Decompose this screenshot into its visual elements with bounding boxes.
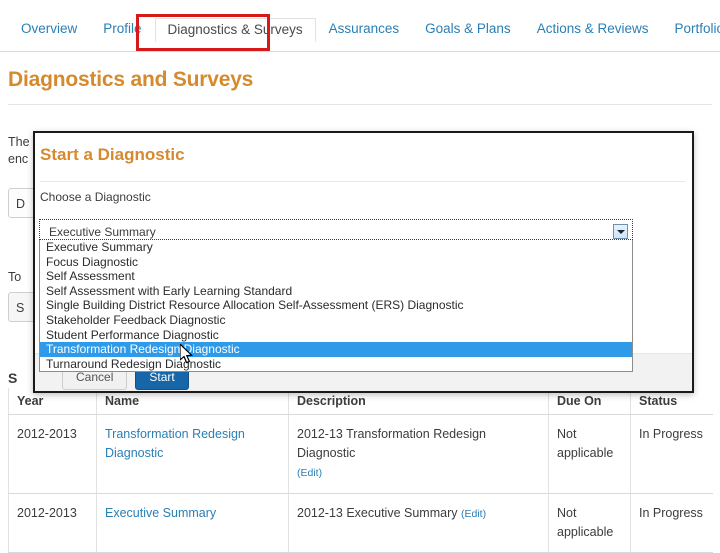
cell-name: Transformation Redesign Diagnostic: [96, 414, 289, 494]
cell-year: 2012-2013: [8, 493, 97, 553]
option-turnaround-redesign-diagnostic[interactable]: Turnaround Redesign Diagnostic: [40, 357, 632, 372]
nav-tab-assurances[interactable]: Assurances: [316, 18, 413, 40]
option-self-assessment[interactable]: Self Assessment: [40, 269, 632, 284]
nav-tab-overview[interactable]: Overview: [8, 18, 90, 40]
nav-tab-list: Overview Profile Diagnostics & Surveys A…: [8, 18, 720, 42]
modal-header: Start a Diagnostic: [35, 133, 692, 177]
diagnostic-select[interactable]: Executive Summary: [39, 219, 633, 240]
option-transformation-redesign-diagnostic[interactable]: Transformation Redesign Diagnostic: [40, 342, 632, 357]
title-divider: [8, 104, 712, 105]
option-student-performance-diagnostic[interactable]: Student Performance Diagnostic: [40, 328, 632, 343]
option-executive-summary[interactable]: Executive Summary: [40, 240, 632, 255]
start-diagnostic-modal: Start a Diagnostic Choose a Diagnostic E…: [33, 131, 694, 393]
modal-title: Start a Diagnostic: [40, 145, 185, 164]
option-self-assessment-early-learning[interactable]: Self Assessment with Early Learning Stan…: [40, 284, 632, 299]
nav-tab-goals-and-plans[interactable]: Goals & Plans: [412, 18, 524, 40]
diagnostics-results-table: Year Name Description Due On Status 2012…: [8, 388, 713, 553]
background-label-to: To: [8, 270, 22, 284]
option-single-building-district-ers[interactable]: Single Building District Resource Alloca…: [40, 298, 632, 313]
cell-due-on: Not applicable: [548, 493, 631, 553]
edit-link[interactable]: (Edit): [297, 467, 322, 479]
background-action-button-label: S: [16, 301, 25, 315]
page-title: Diagnostics and Surveys: [8, 68, 254, 91]
diagnostic-select-inner: Executive Summary: [41, 221, 631, 239]
cell-due-on: Not applicable: [548, 414, 631, 494]
intro-paragraph-line-2: enc: [8, 152, 29, 166]
chevron-down-icon[interactable]: [613, 224, 628, 239]
cell-year: 2012-2013: [8, 414, 97, 494]
diagnostic-name-link[interactable]: Transformation Redesign Diagnostic: [105, 427, 245, 460]
table-row: 2012-2013 Executive Summary 2012-13 Exec…: [8, 493, 713, 553]
primary-navigation-bar: Overview Profile Diagnostics & Surveys A…: [0, 0, 720, 52]
choose-diagnostic-label: Choose a Diagnostic: [40, 190, 151, 204]
diagnostic-name-link[interactable]: Executive Summary: [105, 506, 216, 520]
cell-status: In Progress: [630, 493, 713, 553]
description-text: 2012-13 Transformation Redesign Diagnost…: [297, 427, 487, 460]
nav-tab-profile[interactable]: Profile: [90, 18, 154, 40]
diagnostic-select-value: Executive Summary: [49, 225, 156, 239]
intro-paragraph-line-1: The: [8, 135, 30, 149]
option-stakeholder-feedback-diagnostic[interactable]: Stakeholder Feedback Diagnostic: [40, 313, 632, 328]
nav-tab-diagnostics-and-surveys[interactable]: Diagnostics & Surveys: [154, 18, 316, 42]
background-diagnostic-select-value: D: [16, 197, 26, 211]
nav-tab-actions-and-reviews[interactable]: Actions & Reviews: [524, 18, 662, 40]
description-text: 2012-13 Executive Summary: [297, 506, 458, 520]
cell-description: 2012-13 Transformation Redesign Diagnost…: [288, 414, 549, 494]
diagnostic-select-option-list[interactable]: Executive Summary Focus Diagnostic Self …: [39, 240, 633, 373]
nav-tab-portfolio[interactable]: Portfolio: [661, 18, 720, 40]
table-row: 2012-2013 Transformation Redesign Diagno…: [8, 414, 713, 494]
cell-description: 2012-13 Executive Summary (Edit): [288, 493, 549, 553]
results-section-heading: S: [8, 370, 18, 386]
edit-link[interactable]: (Edit): [461, 508, 486, 520]
cell-name: Executive Summary: [96, 493, 289, 553]
option-focus-diagnostic[interactable]: Focus Diagnostic: [40, 255, 632, 270]
cell-status: In Progress: [630, 414, 713, 494]
